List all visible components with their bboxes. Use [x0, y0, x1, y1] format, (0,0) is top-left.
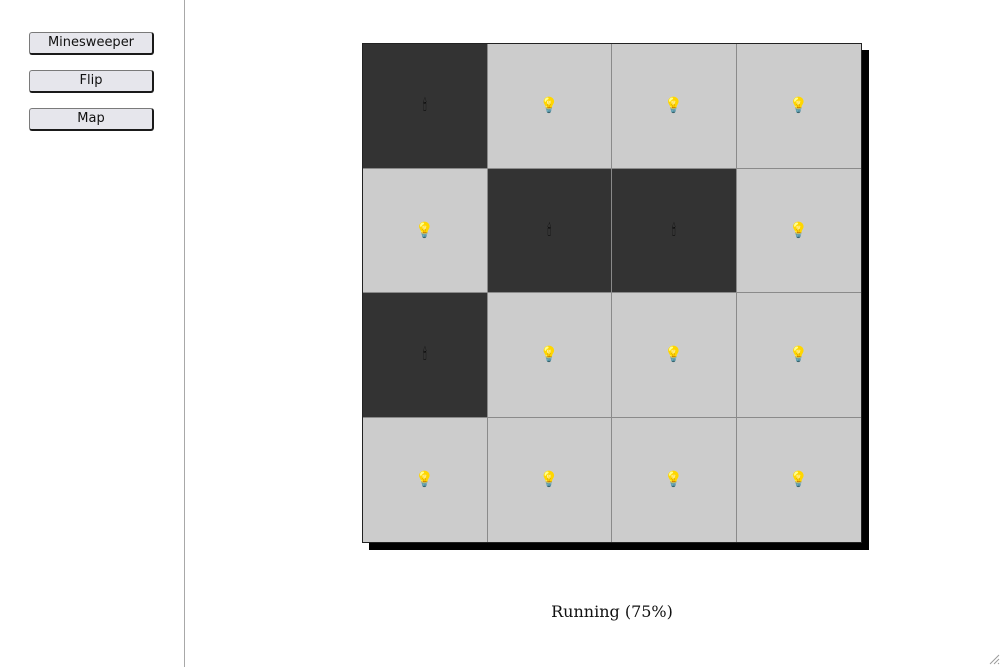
board-cell-0-2[interactable]: 💡	[612, 44, 737, 169]
board-cell-1-2[interactable]: 🕯	[612, 168, 737, 293]
map-button[interactable]: Map	[29, 108, 154, 131]
flip-button[interactable]: Flip	[29, 70, 154, 93]
lightbulb-icon: 💡	[664, 345, 684, 364]
lightbulb-icon: 💡	[664, 96, 684, 115]
candle-icon: 🕯	[547, 220, 552, 239]
lightbulb-icon: 💡	[415, 470, 435, 489]
board-cell-3-0[interactable]: 💡	[363, 417, 488, 542]
lightbulb-icon: 💡	[539, 96, 559, 115]
lightbulb-icon: 💡	[789, 220, 809, 239]
lightbulb-icon: 💡	[664, 470, 684, 489]
main-area: 🕯 💡 💡 💡 💡 🕯 🕯 💡 🕯 💡 💡 💡 💡 💡 💡 💡 Running (75%)	[186, 0, 1002, 667]
resize-grip-icon[interactable]	[988, 653, 1000, 665]
lightbulb-icon: 💡	[789, 96, 809, 115]
lightbulb-icon: 💡	[539, 345, 559, 364]
lightbulb-icon: 💡	[789, 470, 809, 489]
candle-icon: 🕯	[422, 345, 427, 364]
board-cell-1-3[interactable]: 💡	[736, 168, 861, 293]
board-cell-0-1[interactable]: 💡	[487, 44, 612, 169]
board-cell-1-1[interactable]: 🕯	[487, 168, 612, 293]
board-cell-2-0[interactable]: 🕯	[363, 293, 488, 418]
game-board: 🕯 💡 💡 💡 💡 🕯 🕯 💡 🕯 💡 💡 💡 💡 💡 💡 💡	[362, 43, 862, 543]
board-cell-0-3[interactable]: 💡	[736, 44, 861, 169]
candle-icon: 🕯	[671, 220, 676, 239]
board-cell-2-3[interactable]: 💡	[736, 293, 861, 418]
sidebar: Minesweeper Flip Map	[0, 0, 185, 667]
status-text: Running (75%)	[551, 602, 673, 621]
minesweeper-button[interactable]: Minesweeper	[29, 32, 154, 55]
board-cell-1-0[interactable]: 💡	[363, 168, 488, 293]
board-cell-2-1[interactable]: 💡	[487, 293, 612, 418]
board-cell-3-1[interactable]: 💡	[487, 417, 612, 542]
board-cell-2-2[interactable]: 💡	[612, 293, 737, 418]
lightbulb-icon: 💡	[539, 470, 559, 489]
board-cell-3-2[interactable]: 💡	[612, 417, 737, 542]
board-cell-3-3[interactable]: 💡	[736, 417, 861, 542]
lightbulb-icon: 💡	[789, 345, 809, 364]
board-cell-0-0[interactable]: 🕯	[363, 44, 488, 169]
lightbulb-icon: 💡	[415, 220, 435, 239]
candle-icon: 🕯	[422, 96, 427, 115]
